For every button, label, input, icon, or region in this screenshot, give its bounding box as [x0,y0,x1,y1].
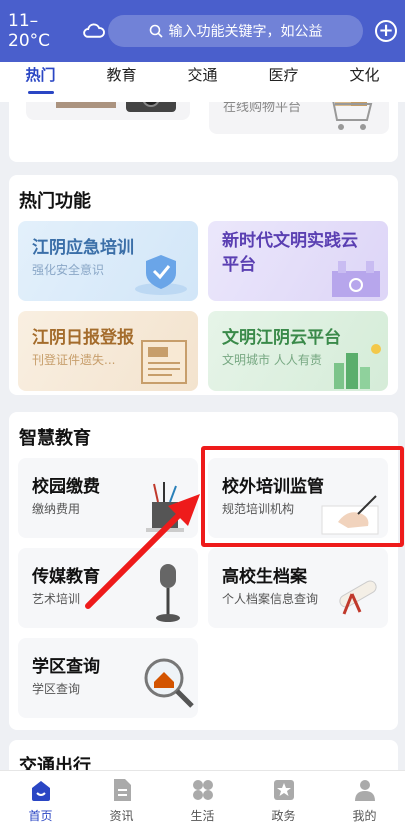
emergency-training-tile[interactable]: 江阴应急培训 强化安全意识 [18,221,198,301]
bottom-navigation: 首页 资讯 生活 政务 我的 [0,770,405,835]
hot-functions-card: 热门功能 江阴应急培训 强化安全意识 新时代文明实践云平台 江阴日报登报 刊登证… [9,175,398,395]
top-bar: 11–20°C 输入功能关键字，如公益 + [0,0,405,62]
document-icon [113,779,131,801]
pen-holder-icon [146,482,184,532]
tab-medical[interactable]: 医疗 [243,62,324,102]
tile-subtitle: 艺术培训 [32,592,81,606]
tile-title: 校园缴费 [32,477,100,497]
tab-traffic[interactable]: 交通 [162,62,243,102]
search-placeholder: 输入功能关键字，如公益 [168,24,323,40]
tile-subtitle: 学区查询 [32,682,81,696]
camera-photo-illustration [56,102,176,112]
tile-title: 文明江阴云平台 [222,328,341,348]
tile-title: 传媒教育 [32,567,100,587]
tile-title: 江阴日报登报 [32,328,134,348]
nav-label: 我的 [352,809,377,823]
nav-label: 生活 [190,809,215,823]
category-tabs: 热门 教育 交通 医疗 文化 [0,62,405,102]
shopping-subtitle: 在线购物平台 [223,102,302,115]
tile-subtitle: 强化安全意识 [32,263,105,277]
microphone-icon [156,564,180,622]
nav-label: 政务 [271,809,296,823]
newspaper-icon [141,340,187,384]
media-education-tile[interactable]: 传媒教育 艺术培训 [18,548,198,628]
hot-functions-title: 热门功能 [19,191,91,212]
jiangyin-daily-tile[interactable]: 江阴日报登报 刊登证件遗失... [18,311,198,391]
traffic-title: 交通出行 [19,756,91,770]
search-icon [149,24,163,38]
grid-icon [192,780,213,800]
building-icon [332,261,380,297]
user-icon [354,780,375,801]
tile-subtitle: 文明城市 人人有责 [222,353,322,367]
graduate-archive-tile[interactable]: 高校生档案 个人档案信息查询 [208,548,388,628]
tab-culture[interactable]: 文化 [324,62,405,102]
tile-subtitle: 个人档案信息查询 [222,592,319,606]
campus-payment-tile[interactable]: 校园缴费 缴纳费用 [18,458,198,538]
shopping-tile[interactable]: 在线购物平台 [209,102,389,134]
tab-hot[interactable]: 热门 [0,62,81,102]
tile-title: 江阴应急培训 [32,238,134,258]
tile-title: 学区查询 [32,657,100,677]
home-icon [31,781,50,801]
nav-label: 资讯 [109,809,134,823]
cloud-icon [83,23,106,38]
nav-news[interactable]: 资讯 [81,771,162,835]
civilized-jiangyin-tile[interactable]: 文明江阴云平台 文明城市 人人有责 [208,311,388,391]
diploma-scroll-icon [339,580,377,615]
tile-subtitle: 缴纳费用 [32,502,81,516]
city-skyline-icon [334,344,381,389]
smart-education-title: 智慧教育 [19,428,91,449]
shield-icon [135,255,187,295]
main-content[interactable]: 在线购物平台 热门功能 江阴应急培训 强化安全意识 新时代文明实践云平台 江阴日… [0,102,405,770]
nav-government[interactable]: 政务 [243,771,324,835]
shopping-cart-icon [332,102,373,130]
search-bar[interactable]: 输入功能关键字，如公益 [108,15,363,47]
shopping-section-card: 在线购物平台 [9,102,398,162]
nav-mine[interactable]: 我的 [324,771,405,835]
star-badge-icon [273,780,294,800]
tile-title: 高校生档案 [222,567,307,587]
add-button[interactable]: + [375,20,397,42]
highlight-box [201,446,404,547]
traffic-card: 交通出行 [9,740,398,770]
nav-label: 首页 [28,809,53,823]
tile-subtitle: 刊登证件遗失... [32,353,116,367]
tab-education[interactable]: 教育 [81,62,162,102]
school-district-query-tile[interactable]: 学区查询 学区查询 [18,638,198,718]
nav-home[interactable]: 首页 [0,771,81,835]
plus-icon: + [378,20,394,41]
nav-life[interactable]: 生活 [162,771,243,835]
civilization-practice-tile[interactable]: 新时代文明实践云平台 [208,221,388,301]
magnifier-house-icon [144,658,194,708]
photo-tile[interactable] [26,102,190,120]
weather-widget[interactable]: 11–20°C [8,11,106,51]
weather-temperature: 11–20°C [8,11,51,51]
